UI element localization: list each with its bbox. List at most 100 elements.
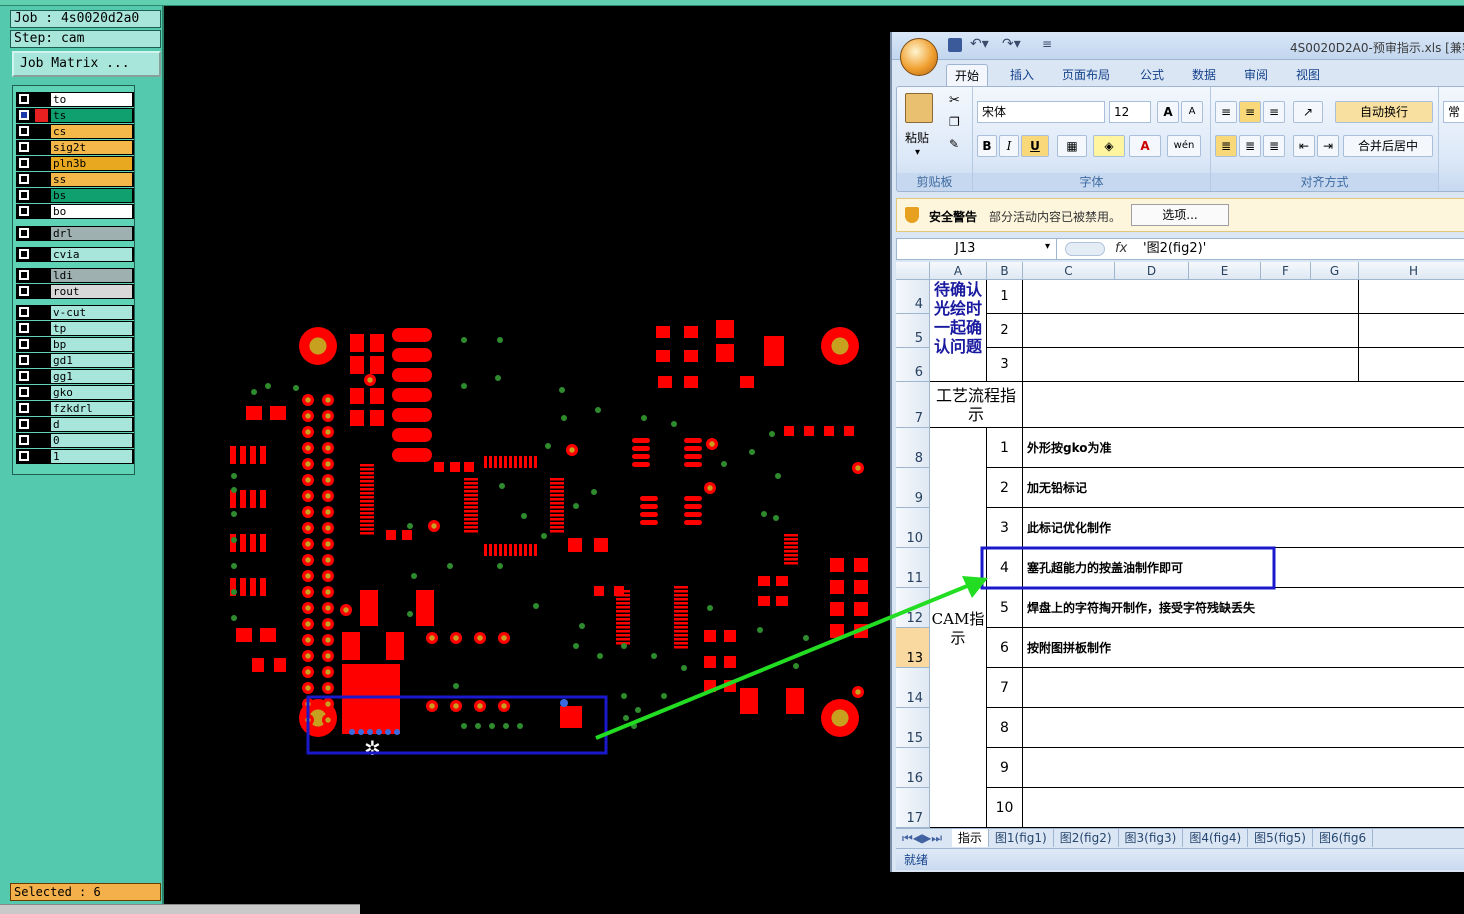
instruction-text-cell[interactable] <box>1023 748 1464 788</box>
cam-label-cell[interactable]: CAM指示 <box>930 428 987 828</box>
layer-row-bs[interactable]: bs <box>16 188 134 203</box>
grow-font-button[interactable]: A <box>1157 101 1179 123</box>
layer-checkbox[interactable] <box>19 94 29 104</box>
layer-row-sig2t[interactable]: sig2t <box>16 140 134 155</box>
tab-page-layout[interactable]: 页面布局 <box>1054 64 1118 86</box>
font-size-select[interactable]: 12 <box>1109 101 1151 123</box>
instruction-number-cell[interactable]: 8 <box>987 708 1023 748</box>
layer-name[interactable]: ldi <box>51 269 132 282</box>
select-all-corner[interactable] <box>896 262 930 280</box>
layer-name[interactable]: 0 <box>51 434 132 447</box>
layer-row-bp[interactable]: bp <box>16 337 134 352</box>
layer-name[interactable]: gd1 <box>51 354 132 367</box>
layer-checkbox[interactable] <box>19 270 29 280</box>
layer-checkbox[interactable] <box>19 323 29 333</box>
layer-row-gko[interactable]: gko <box>16 385 134 400</box>
layer-checkbox[interactable] <box>19 339 29 349</box>
layer-checkbox[interactable] <box>19 355 29 365</box>
confirm-label-cell[interactable]: 待确认光绘时一起确认问题 <box>930 280 987 382</box>
layer-row-ts[interactable]: ts <box>16 108 134 123</box>
layer-row-bo[interactable]: bo <box>16 204 134 219</box>
layer-row-gd1[interactable]: gd1 <box>16 353 134 368</box>
layer-checkbox[interactable] <box>19 142 29 152</box>
instruction-number-cell[interactable]: 3 <box>987 508 1023 548</box>
align-top-button[interactable]: ≡ <box>1215 101 1237 123</box>
font-color-button[interactable]: A <box>1129 135 1161 157</box>
undo-icon[interactable]: ↶▾ <box>970 36 989 52</box>
office-button[interactable] <box>900 38 938 76</box>
phonetic-button[interactable]: wén <box>1167 135 1201 157</box>
layer-name[interactable]: gg1 <box>51 370 132 383</box>
job-matrix-button[interactable]: Job Matrix ... <box>12 51 161 77</box>
confirm-number-cell[interactable]: 1 <box>987 280 1023 314</box>
underline-button[interactable]: U <box>1021 135 1049 157</box>
sheet-tab[interactable]: 指示 <box>951 829 989 847</box>
flow-content-cell[interactable] <box>1023 382 1464 428</box>
pcb-canvas[interactable]: ✲ <box>164 6 890 914</box>
redo-icon[interactable]: ↷▾ <box>1002 36 1021 52</box>
instruction-number-cell[interactable]: 10 <box>987 788 1023 828</box>
layer-name[interactable]: gko <box>51 386 132 399</box>
confirm-number-cell[interactable]: 2 <box>987 314 1023 348</box>
confirm-extra-cell[interactable] <box>1359 348 1464 382</box>
layer-name[interactable]: bs <box>51 189 132 202</box>
sheet-tab[interactable]: 图6(fig6 <box>1313 829 1374 847</box>
row-header[interactable]: 8 <box>896 428 930 468</box>
customize-qat-icon[interactable]: ≡ <box>1042 37 1052 51</box>
orientation-button[interactable]: ↗ <box>1293 101 1323 123</box>
number-format-select[interactable]: 常 <box>1443 101 1464 123</box>
confirm-extra-cell[interactable] <box>1359 314 1464 348</box>
layer-row-v-cut[interactable]: v-cut <box>16 305 134 320</box>
row-header[interactable]: 15 <box>896 708 930 748</box>
sheet-tab[interactable]: 图5(fig5) <box>1248 829 1313 847</box>
instruction-text-cell[interactable] <box>1023 668 1464 708</box>
paste-dropdown-icon[interactable]: ▾ <box>915 147 920 158</box>
instruction-text-cell[interactable]: 此标记优化制作 <box>1023 508 1464 548</box>
instruction-number-cell[interactable]: 5 <box>987 588 1023 628</box>
layer-checkbox[interactable] <box>19 249 29 259</box>
name-box-dropdown-icon[interactable]: ▾ <box>1045 241 1050 252</box>
row-header[interactable]: 4 <box>896 280 930 314</box>
layer-name[interactable]: to <box>51 93 132 106</box>
align-center-button[interactable]: ≣ <box>1239 135 1261 157</box>
instruction-text-cell[interactable]: 加无铅标记 <box>1023 468 1464 508</box>
italic-button[interactable]: I <box>999 135 1019 157</box>
save-icon[interactable] <box>948 38 962 52</box>
sheet-tab[interactable]: 图2(fig2) <box>1054 829 1119 847</box>
wrap-text-button[interactable]: 自动换行 <box>1335 101 1433 123</box>
align-right-button[interactable]: ≣ <box>1263 135 1285 157</box>
instruction-text-cell[interactable]: 焊盘上的字符掏开制作，接受字符残缺丢失 <box>1023 588 1464 628</box>
fill-color-button[interactable]: ◈ <box>1093 135 1125 157</box>
layer-checkbox[interactable] <box>19 307 29 317</box>
layer-name[interactable]: pln3b <box>51 157 132 170</box>
row-header[interactable]: 17 <box>896 788 930 828</box>
row-header[interactable]: 5 <box>896 314 930 348</box>
layer-row-drl[interactable]: drl <box>16 226 134 241</box>
layer-checkbox[interactable] <box>19 387 29 397</box>
instruction-text-cell[interactable]: 外形按gko为准 <box>1023 428 1464 468</box>
layer-checkbox[interactable] <box>19 174 29 184</box>
tab-view[interactable]: 视图 <box>1288 64 1328 86</box>
confirm-content-cell[interactable] <box>1023 280 1359 314</box>
align-left-button[interactable]: ≣ <box>1215 135 1237 157</box>
layer-row-ss[interactable]: ss <box>16 172 134 187</box>
font-name-select[interactable]: 宋体 <box>977 101 1105 123</box>
layer-checkbox[interactable] <box>19 371 29 381</box>
instruction-number-cell[interactable]: 7 <box>987 668 1023 708</box>
instruction-text-cell[interactable]: 按附图拼板制作 <box>1023 628 1464 668</box>
formula-content[interactable]: '图2(fig2)' <box>1143 239 1206 259</box>
instruction-number-cell[interactable]: 9 <box>987 748 1023 788</box>
row-header[interactable]: 6 <box>896 348 930 382</box>
layer-name[interactable]: sig2t <box>51 141 132 154</box>
layer-name[interactable]: cs <box>51 125 132 138</box>
layer-checkbox[interactable] <box>19 228 29 238</box>
layer-checkbox[interactable] <box>19 435 29 445</box>
column-header[interactable]: F <box>1261 262 1311 280</box>
layer-row-tp[interactable]: tp <box>16 321 134 336</box>
row-header[interactable]: 14 <box>896 668 930 708</box>
row-header[interactable]: 11 <box>896 548 930 588</box>
layer-name[interactable]: 1 <box>51 450 132 463</box>
layer-name[interactable]: ss <box>51 173 132 186</box>
confirm-number-cell[interactable]: 3 <box>987 348 1023 382</box>
row-header[interactable]: 7 <box>896 382 930 428</box>
